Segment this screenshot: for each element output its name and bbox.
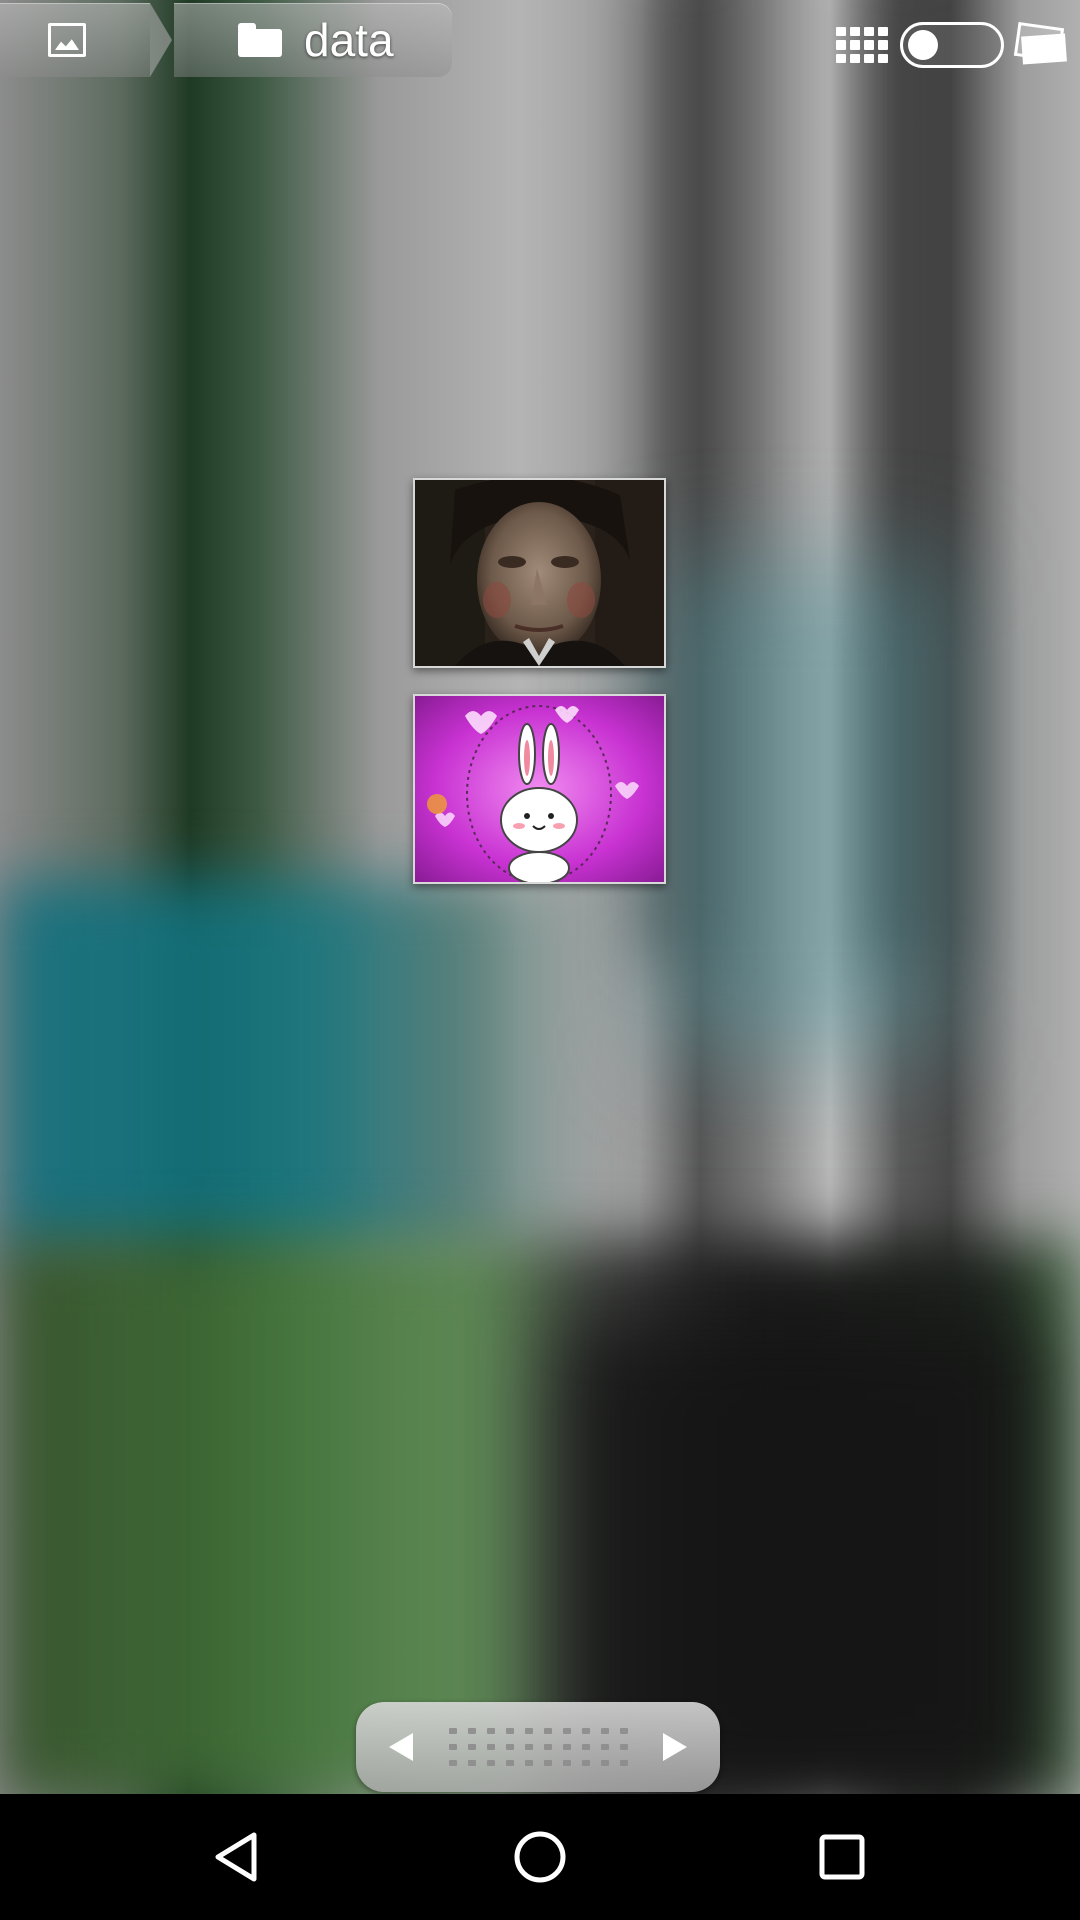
home-button[interactable] xyxy=(504,1821,576,1893)
triangle-right-icon xyxy=(663,1733,687,1761)
breadcrumb-folder-data[interactable]: data xyxy=(174,3,452,77)
recent-apps-button[interactable] xyxy=(806,1821,878,1893)
recent-apps-icon xyxy=(819,1834,865,1880)
blurred-wallpaper xyxy=(0,0,1080,1794)
back-button[interactable] xyxy=(200,1821,272,1893)
home-icon xyxy=(514,1831,566,1883)
system-navigation-bar xyxy=(0,1794,1080,1920)
bunny-image xyxy=(415,696,664,882)
folder-icon xyxy=(238,23,282,57)
breadcrumb-folder-label: data xyxy=(304,14,394,66)
gallery-screen: data xyxy=(0,0,1080,1920)
view-controls xyxy=(834,22,1070,68)
breadcrumb: data xyxy=(0,2,452,78)
breadcrumb-gallery-home[interactable] xyxy=(0,3,150,77)
portrait-image xyxy=(415,480,664,666)
next-page-button[interactable] xyxy=(650,1722,700,1772)
photo-thumbnail-portrait[interactable] xyxy=(413,478,666,668)
slideshow-icon[interactable] xyxy=(1014,23,1070,67)
back-icon xyxy=(215,1832,257,1882)
page-navigator[interactable] xyxy=(356,1702,720,1792)
gallery-icon xyxy=(48,23,86,57)
breadcrumb-separator xyxy=(150,3,172,77)
toggle-knob xyxy=(908,30,938,60)
photo-thumbnail-bunny[interactable] xyxy=(413,694,666,884)
previous-page-button[interactable] xyxy=(376,1722,426,1772)
pager-grip[interactable] xyxy=(448,1728,628,1766)
view-mode-toggle[interactable] xyxy=(900,22,1004,68)
triangle-left-icon xyxy=(389,1733,413,1761)
grid-view-icon[interactable] xyxy=(834,25,890,65)
